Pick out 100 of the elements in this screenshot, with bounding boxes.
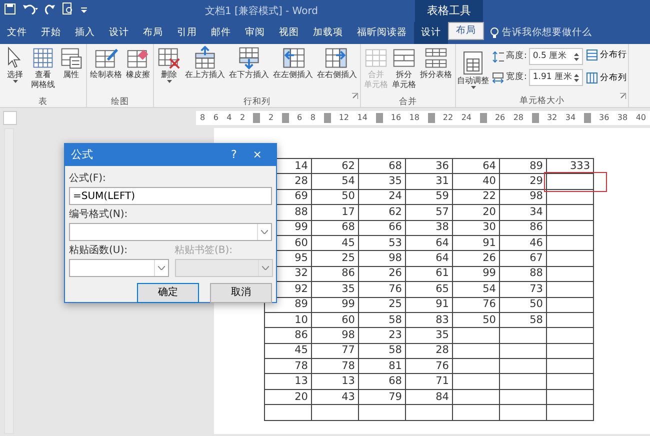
ribbon-tab[interactable]: 设计 (414, 22, 448, 44)
ribbon-tab[interactable]: 审阅 (238, 22, 272, 44)
table-cell: 26 (358, 266, 406, 282)
tell-me-field[interactable]: 告诉我你想要做什么 (502, 26, 602, 40)
ruler-number: 16 (390, 112, 402, 124)
ribbon-button[interactable]: 在右侧插入 (317, 44, 357, 95)
dropdown-field[interactable] (69, 223, 272, 241)
dropdown-field[interactable] (69, 259, 169, 277)
ribbon-button[interactable]: 属性 (59, 44, 83, 95)
ribbon-button[interactable]: 绘制表格 (90, 44, 122, 95)
ruler-number: 2 (240, 112, 246, 124)
ruler-marker[interactable] (253, 113, 260, 123)
table-cell (500, 374, 546, 390)
ruler-marker[interactable] (584, 113, 591, 123)
lightbulb-icon (490, 27, 499, 39)
table-cell: 78 (264, 358, 312, 374)
table-cell: 84 (406, 389, 452, 405)
save-icon[interactable] (4, 2, 16, 16)
ruler-number: 6 (297, 112, 302, 124)
ruler-marker[interactable] (532, 113, 539, 123)
table-cell: 38 (406, 220, 452, 236)
redo-icon[interactable] (44, 2, 56, 16)
autofit-button[interactable]: 自动调整 (457, 48, 489, 94)
ribbon-tab[interactable]: 文件 (0, 22, 34, 44)
ribbon-tab[interactable]: 布局 (448, 22, 484, 40)
ribbon-tab[interactable]: 开始 (34, 22, 68, 44)
ribbon-button[interactable]: 查看 网格线 (31, 44, 55, 95)
field-label: 公式(F): (69, 172, 107, 186)
ribbon-button[interactable]: 拆分表格 (420, 44, 452, 95)
ribbon-tab[interactable]: 引用 (170, 22, 204, 44)
ribbon-button[interactable]: 橡皮擦 (126, 44, 150, 95)
help-button[interactable]: ? (222, 146, 245, 164)
table-cell (500, 358, 546, 374)
print-preview-icon[interactable] (62, 2, 74, 16)
table-cell (452, 328, 500, 344)
table-cell: 34 (500, 204, 546, 220)
table-cell: 43 (312, 389, 358, 405)
group-label: 单元格大小 (519, 96, 564, 106)
ribbon-button[interactable]: 在上方插入 (185, 44, 225, 95)
table-cell (406, 404, 452, 420)
ruler-marker[interactable] (376, 113, 383, 123)
table-cell: 20 (264, 389, 312, 405)
chevron-icon (158, 266, 165, 270)
table-cell (452, 374, 500, 390)
table-cell (264, 404, 312, 420)
table-cell: 333 (546, 158, 594, 174)
chevron-icon (262, 266, 268, 270)
distribute-button[interactable]: 分布行 (586, 48, 627, 63)
table-cell: 54 (452, 282, 500, 298)
ruler-marker[interactable] (428, 113, 435, 123)
table-cell: 89 (500, 158, 546, 174)
ruler-marker[interactable] (282, 113, 289, 123)
ribbon-button[interactable]: 删除 (157, 44, 181, 95)
dialog-button[interactable]: 确定 (137, 282, 199, 302)
ribbon-tab[interactable]: 布局 (136, 22, 170, 44)
caret-icon (166, 80, 172, 83)
dialog-launcher-icon[interactable] (620, 93, 626, 100)
chevron-icon (261, 230, 268, 234)
ribbon-tab[interactable]: 邮件 (204, 22, 238, 44)
table-cell: 29 (500, 174, 546, 190)
table-cell: 76 (406, 358, 452, 374)
ribbon-button[interactable]: 在下方插入 (229, 44, 269, 95)
dialog-launcher-icon[interactable] (352, 93, 358, 100)
table-cell: 40 (452, 174, 500, 190)
ribbon-button[interactable]: 在左侧插入 (273, 44, 313, 95)
ribbon-button[interactable]: 拆分 单元格 (392, 44, 416, 95)
ribbon-button[interactable]: 选择 (3, 44, 27, 95)
ribbon-tab[interactable]: 福昕阅读器 (350, 22, 414, 44)
ruler-marker[interactable] (324, 113, 331, 123)
table-cell: 60 (312, 312, 358, 328)
table-cell: 76 (452, 297, 500, 312)
group-label: 合并 (399, 97, 417, 107)
undo-icon[interactable] (22, 2, 38, 16)
ribbon-tab[interactable]: 加载项 (306, 22, 350, 44)
dialog-button[interactable]: 取消 (210, 282, 272, 302)
formula-field[interactable]: =SUM(LEFT) (69, 187, 272, 205)
tab-selector[interactable] (3, 111, 17, 125)
table-cell (452, 404, 500, 420)
ruler-number: 12 (338, 112, 350, 124)
ruler-number: 22 (442, 112, 454, 124)
distribute-columns-icon (586, 72, 598, 84)
ribbon-tab[interactable]: 视图 (272, 22, 306, 44)
table-cell: 22 (452, 189, 500, 205)
spin-field[interactable]: 1.91 厘米 (528, 69, 583, 86)
ruler-number: 8 (200, 112, 206, 124)
ribbon-tab[interactable]: 设计 (102, 22, 136, 44)
table-cell: 81 (358, 358, 406, 374)
table-cell: 64 (452, 158, 500, 174)
table-cell: 50 (500, 297, 546, 312)
table-cell: 35 (358, 174, 406, 190)
ruler-marker[interactable] (480, 113, 487, 123)
group-label: 行和列 (244, 97, 270, 107)
table-cell: 35 (406, 328, 452, 344)
spin-field[interactable]: 0.5 厘米 (528, 48, 583, 65)
table-cell: 25 (358, 297, 406, 312)
ribbon-tab[interactable]: 插入 (68, 22, 102, 44)
table-cell: 20 (452, 204, 500, 220)
table-cell (452, 343, 500, 359)
table-cell: 99 (452, 266, 500, 282)
distribute-button[interactable]: 分布列 (586, 70, 627, 86)
